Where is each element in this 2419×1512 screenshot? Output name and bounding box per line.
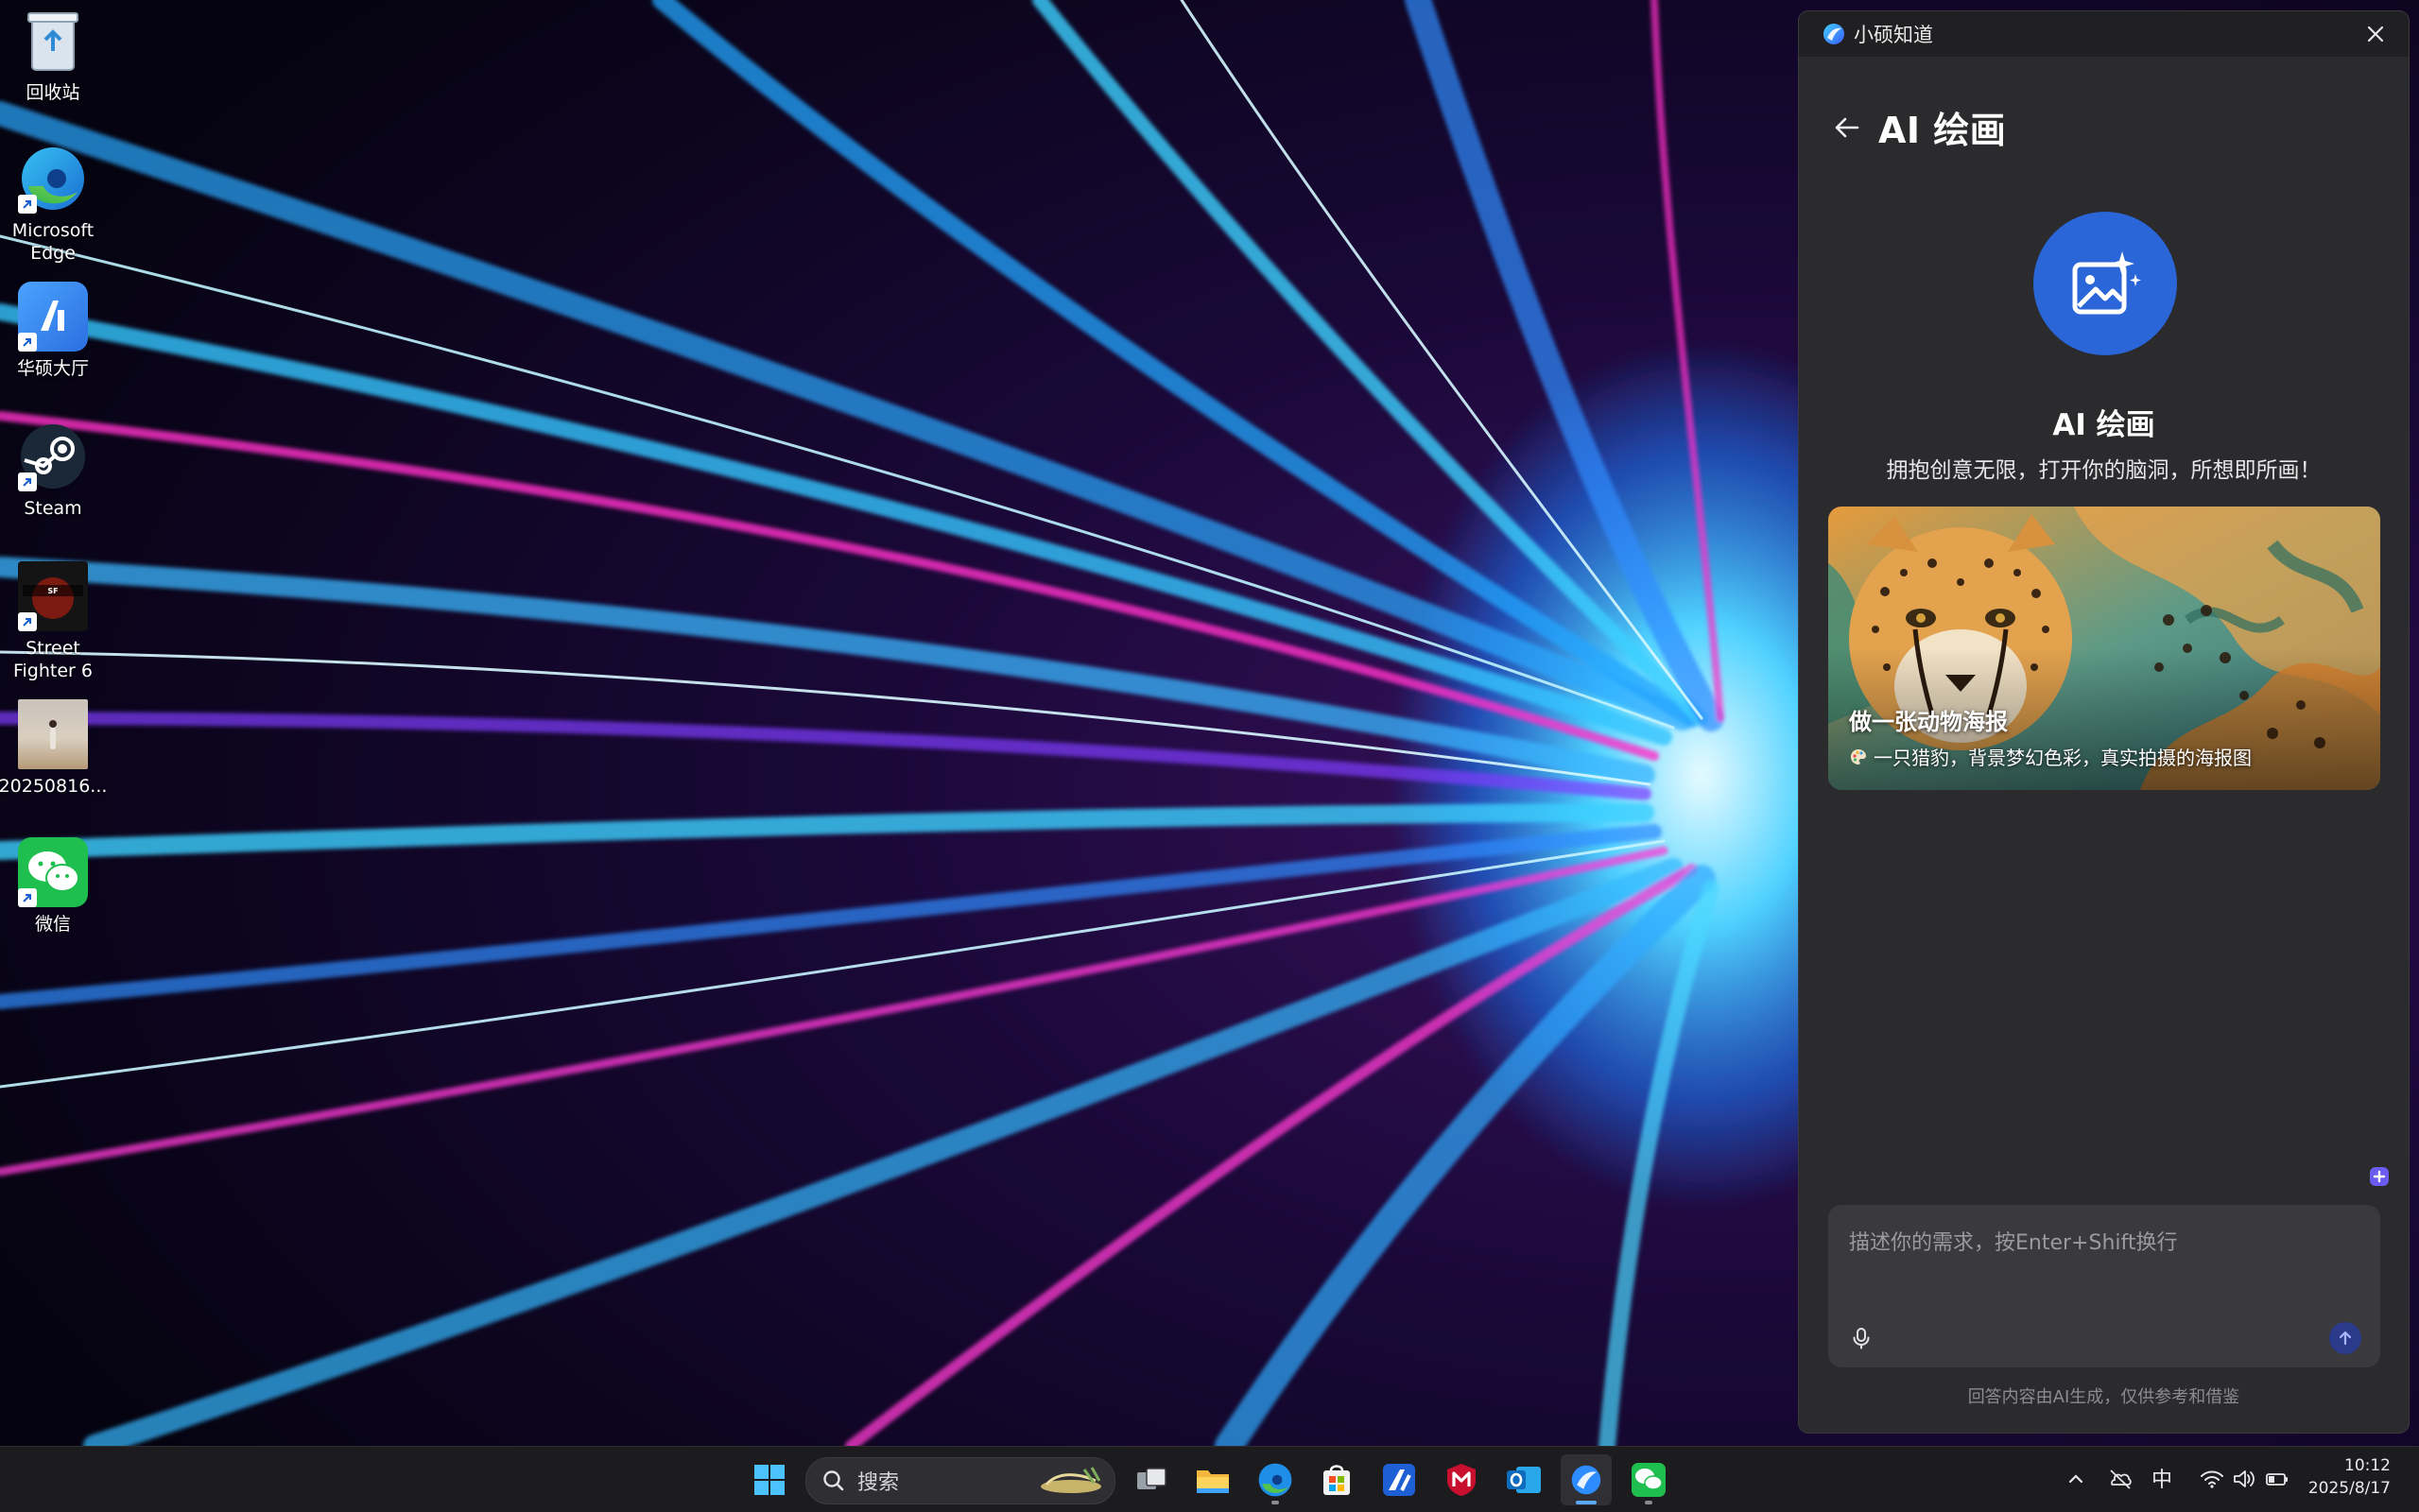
palette-icon xyxy=(1851,748,1866,765)
page-title: AI 绘画 xyxy=(1878,110,2007,151)
app-name: 小硕知道 xyxy=(1854,24,1933,46)
wechat-icon xyxy=(18,837,88,907)
ai-drawing-feature-icon xyxy=(2033,212,2177,355)
microsoft-store-icon xyxy=(1323,1465,1350,1495)
assistant-panel: 小硕知道 AI 绘画 AI 绘画 拥抱创意无限，打开你的脑洞，所想即所画！ 做一… xyxy=(1799,11,2409,1433)
asus-hub-icon xyxy=(18,282,88,352)
show-hidden-icons-chevron-icon[interactable] xyxy=(2063,1466,2089,1492)
file-explorer-button[interactable] xyxy=(1187,1454,1238,1505)
prompt-input-placeholder[interactable]: 描述你的需求，按Enter+Shift换行 xyxy=(1849,1226,2178,1256)
running-indicator xyxy=(1645,1501,1652,1504)
shortcut-arrow-icon xyxy=(18,195,37,214)
asus-assistant-icon xyxy=(1571,1465,1601,1495)
volume-icon[interactable] xyxy=(2231,1466,2257,1492)
outlook-icon xyxy=(1507,1467,1541,1493)
recycle-bin-icon xyxy=(18,6,88,76)
task-view-button[interactable] xyxy=(1126,1454,1177,1505)
street-fighter-icon: SF xyxy=(18,561,88,631)
battery-icon[interactable] xyxy=(2264,1466,2290,1492)
clock-date: 2025/8/17 xyxy=(2307,1479,2391,1498)
example-prompt-card[interactable]: 做一张动物海报 一只猎豹，背景梦幻色彩，真实拍摄的海报图 xyxy=(1828,507,2380,790)
desktop-icon-street-fighter[interactable]: SF Street Fighter 6 xyxy=(0,561,110,682)
asus-assistant-button[interactable] xyxy=(1561,1454,1612,1505)
send-button[interactable] xyxy=(2329,1322,2361,1354)
desktop-icon-label: 华硕大厅 xyxy=(16,358,89,379)
desktop-icon-label: Street Fighter 6 xyxy=(12,638,93,681)
myasus-icon xyxy=(1383,1464,1415,1496)
outlook-button[interactable] xyxy=(1498,1454,1549,1505)
panel-titlebar[interactable]: 小硕知道 xyxy=(1799,11,2409,57)
desktop-icon-label: 20250816... xyxy=(0,776,108,797)
taskbar: 搜索 中 10:12 2025/8/17 xyxy=(0,1446,2419,1512)
desktop-icon-edge[interactable]: Microsoft Edge xyxy=(0,144,110,265)
search-highlight-illustration xyxy=(1041,1467,1101,1493)
onedrive-icon[interactable] xyxy=(2107,1466,2134,1492)
wechat-icon xyxy=(1632,1463,1666,1497)
search-label: 搜索 xyxy=(857,1471,900,1495)
edge-icon xyxy=(18,144,88,214)
example-card-description: 一只猎豹，背景梦幻色彩，真实拍摄的海报图 xyxy=(1849,743,2252,770)
back-arrow-icon[interactable] xyxy=(1833,113,1861,142)
start-icon xyxy=(754,1465,785,1495)
running-indicator xyxy=(1271,1501,1279,1504)
shortcut-arrow-icon xyxy=(18,333,37,352)
desktop-icon-steam[interactable]: Steam xyxy=(0,421,110,520)
close-icon[interactable] xyxy=(2363,22,2388,46)
steam-icon xyxy=(18,421,88,491)
desktop-icon-label: Steam xyxy=(24,498,82,519)
start-button[interactable] xyxy=(744,1454,795,1505)
wifi-icon[interactable] xyxy=(2199,1466,2225,1492)
clock-time: 10:12 xyxy=(2344,1456,2391,1475)
desktop-icon-recycle-bin[interactable]: 回收站 xyxy=(0,6,110,104)
search-icon xyxy=(823,1470,844,1491)
app-logo-icon xyxy=(1823,24,1844,44)
input-method-indicator[interactable]: 中 xyxy=(2151,1463,2178,1492)
taskbar-clock[interactable]: 10:12 2025/8/17 xyxy=(2308,1454,2391,1500)
shortcut-arrow-icon xyxy=(18,472,37,491)
desktop-icon-label: 回收站 xyxy=(26,82,80,103)
image-sparkle-icon xyxy=(2072,251,2141,315)
feature-subtitle: 拥抱创意无限，打开你的脑洞，所想即所画！ xyxy=(1886,458,2322,483)
photo-thumbnail-icon xyxy=(18,699,88,769)
active-indicator xyxy=(1576,1501,1597,1504)
shortcut-arrow-icon xyxy=(18,888,37,907)
feature-title: AI 绘画 xyxy=(2052,408,2155,442)
prompt-input-box[interactable]: 描述你的需求，按Enter+Shift换行 xyxy=(1828,1205,2380,1367)
new-chat-icon[interactable] xyxy=(2369,1166,2390,1187)
svg-text:SF: SF xyxy=(47,587,58,595)
wechat-taskbar-button[interactable] xyxy=(1623,1454,1674,1505)
task-view-icon xyxy=(1137,1468,1166,1489)
microphone-icon[interactable] xyxy=(1849,1326,1874,1350)
example-card-description-text: 一只猎豹，背景梦幻色彩，真实拍摄的海报图 xyxy=(1874,747,2252,769)
example-card-title: 做一张动物海报 xyxy=(1849,709,2008,735)
desktop-icon-asus-hub[interactable]: 华硕大厅 xyxy=(0,282,110,380)
microsoft-store-button[interactable] xyxy=(1311,1454,1362,1505)
myasus-button[interactable] xyxy=(1374,1454,1425,1505)
edge-icon xyxy=(1258,1463,1292,1497)
panel-header: AI 绘画 xyxy=(1833,101,2006,153)
edge-taskbar-button[interactable] xyxy=(1250,1454,1301,1505)
desktop-icon-photo[interactable]: 20250816... xyxy=(0,699,110,798)
mcafee-button[interactable] xyxy=(1436,1454,1487,1505)
mcafee-icon xyxy=(1447,1464,1476,1496)
file-explorer-icon xyxy=(1197,1470,1229,1493)
desktop-icon-label: Microsoft Edge xyxy=(11,220,95,264)
shortcut-arrow-icon xyxy=(18,612,37,631)
desktop-icon-wechat[interactable]: 微信 xyxy=(0,837,110,936)
desktop-icon-label: 微信 xyxy=(34,914,71,935)
send-arrow-icon xyxy=(2339,1331,2352,1346)
taskbar-search-box[interactable]: 搜索 xyxy=(805,1457,1115,1504)
ai-disclaimer: 回答内容由AI生成，仅供参考和借鉴 xyxy=(1967,1387,2240,1407)
